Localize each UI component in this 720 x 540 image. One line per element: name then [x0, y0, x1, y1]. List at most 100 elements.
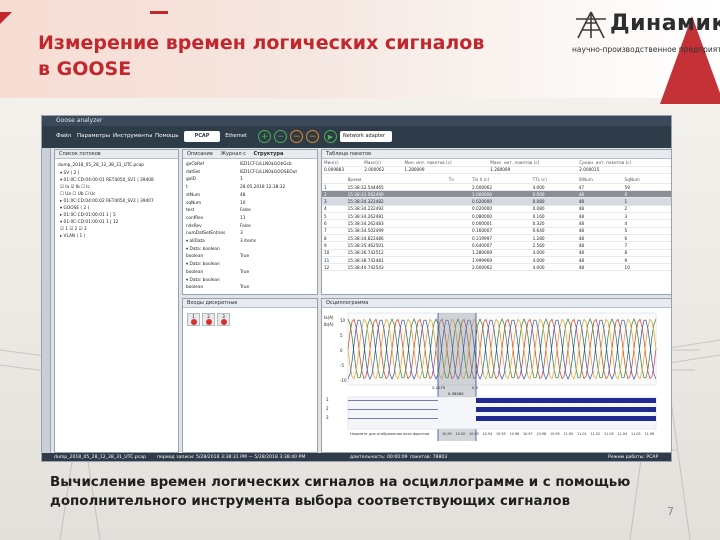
- table-header[interactable]: [322, 176, 346, 184]
- table-header[interactable]: Tn: [446, 176, 471, 184]
- x-tick-label: 10.92: [456, 432, 466, 436]
- table-row[interactable]: 3 15:38:34.322482 0.020000 0.080 48 1: [322, 197, 671, 206]
- description-row[interactable]: stNum 48: [186, 193, 245, 199]
- pcap-button[interactable]: PCAP: [184, 131, 220, 142]
- table-row[interactable]: 6 15:38:34.262483 0.000001 0.320 48 4: [322, 219, 671, 228]
- plus-icon[interactable]: +: [258, 130, 271, 143]
- oscillogram-plot[interactable]: Ia(А) Ib(А) 10 5 0 -5 -10 0.1075 0.0 0.3…: [322, 309, 671, 453]
- table-row[interactable]: 5 15:38:34.262481 0.080000 0.160 48 3: [322, 212, 671, 221]
- oscillogram-title: Осциллограмма: [322, 299, 671, 308]
- discrete-indicator: 2: [202, 313, 215, 326]
- description-row[interactable]: test False: [186, 208, 251, 214]
- x-tick-label: 10.99: [550, 432, 560, 436]
- table-row[interactable]: 12 15:38:40.742543 2.000062 4.000 48 10: [322, 263, 671, 272]
- menu-help[interactable]: Помощь: [155, 133, 178, 139]
- menu-file[interactable]: Файл: [56, 133, 71, 139]
- summary-value: 1.280009: [488, 166, 578, 175]
- description-row[interactable]: ndsRev False: [186, 224, 251, 230]
- table-row[interactable]: 1 15:38:32.544465 2.000062 4.000 47 59: [322, 183, 671, 192]
- table-cell: 47: [576, 183, 623, 192]
- description-row[interactable]: goCbRef IED1CFG/LLN0$GO$Gcb: [186, 162, 292, 168]
- table-row[interactable]: 8 15:38:34.822486 0.319997 1.280 48 6: [322, 234, 671, 243]
- table-cell: [446, 219, 471, 228]
- table-header[interactable]: Tin ñ (c): [470, 176, 531, 184]
- table-row[interactable]: 9 15:38:35.462501 0.640007 2.560 48 7: [322, 241, 671, 250]
- ethernet-button[interactable]: Ethernet: [223, 131, 249, 142]
- x-tick-label: 10.95: [496, 432, 506, 436]
- stop-icon[interactable]: −: [290, 130, 303, 143]
- table-cell: 0.080: [530, 197, 577, 206]
- description-row[interactable]: numDatSetEntries 3: [186, 231, 243, 237]
- x-tick-label: 11.01: [577, 432, 587, 436]
- tab-journal[interactable]: Журнал с: [220, 151, 245, 157]
- table-header[interactable]: SqNum: [622, 176, 671, 184]
- stream-row[interactable]: ▾ SV ( 2 ): [60, 171, 79, 177]
- table-row[interactable]: 7 15:38:34.502499 0.160007 0.640 48 5: [322, 227, 671, 235]
- minus-icon[interactable]: −: [274, 130, 287, 143]
- stream-row[interactable]: ☑ 1 ☑ 2 ☑ 3: [60, 227, 87, 233]
- status-file: dump_2018_05_28_12_38_31_UTC.pcap: [54, 455, 146, 460]
- play-icon[interactable]: ▶: [324, 130, 337, 143]
- table-cell: 15:38:34.262483: [345, 219, 447, 228]
- tower-logo-icon: [576, 11, 606, 39]
- description-row[interactable]: ▾ Data: boolean: [186, 247, 240, 253]
- description-panel: Описание Журнал с Структура goCbRef IED1C…: [182, 149, 318, 295]
- table-header[interactable]: TTL (c): [530, 176, 577, 184]
- stream-row[interactable]: ▸ VLAN ( 1 ): [60, 234, 85, 240]
- description-row[interactable]: ▾ Data: boolean: [186, 278, 240, 284]
- summary-value: 1.280009: [402, 166, 489, 175]
- clear-icon[interactable]: −: [306, 130, 319, 143]
- table-cell: 10: [622, 263, 671, 272]
- status-packets: пакетов: 78803: [410, 455, 448, 460]
- table-cell: 5: [622, 227, 671, 235]
- digital-signal-2: [476, 407, 656, 412]
- description-row[interactable]: ▾ Data: boolean: [186, 262, 240, 268]
- table-cell: 15:38:38.742481: [345, 256, 447, 265]
- menu-params[interactable]: Параметры: [77, 133, 110, 139]
- table-cell: 12: [322, 263, 346, 272]
- stream-row[interactable]: ▸ 01:0C:CD:04:00:02 RET4050_SV2 | 39407: [60, 199, 154, 205]
- description-row[interactable]: boolean True: [186, 254, 249, 260]
- description-row[interactable]: confRev 11: [186, 216, 245, 222]
- table-row[interactable]: 11 15:38:38.742481 1.999969 4.000 48 9: [322, 256, 671, 265]
- tab-structure[interactable]: Структура: [253, 151, 283, 157]
- description-row[interactable]: boolean True: [186, 270, 249, 276]
- stream-row[interactable]: ☑ Ia ☑ Ib ☐ Ic: [60, 185, 90, 191]
- menu-tools[interactable]: Инструменты: [113, 133, 152, 139]
- table-cell: [446, 212, 471, 221]
- summary-header: Макс(с): [362, 159, 403, 167]
- table-header[interactable]: Время: [345, 176, 447, 184]
- table-cell: [446, 183, 471, 192]
- stream-row[interactable]: ▾ 01:0C:CD:04:00:01 RET4050_SV1 | 39408: [60, 178, 154, 184]
- description-row[interactable]: sqNum 10: [186, 201, 245, 207]
- description-row[interactable]: t 28.05.2018 12:38:32: [186, 185, 285, 191]
- table-row[interactable]: 2 15:38:33.562490 1.000000 0.000 48 0: [322, 190, 671, 199]
- tab-description[interactable]: Описание: [187, 151, 213, 157]
- table-cell: [446, 227, 471, 235]
- description-row[interactable]: boolean True: [186, 285, 249, 291]
- table-header[interactable]: StNum: [576, 176, 623, 184]
- description-row[interactable]: datSet IED1CFG/LLN0$GOOSEOut: [186, 170, 297, 176]
- stream-file-name[interactable]: dump_2018_05_28_12_38_31_UTC.pcap: [58, 163, 144, 169]
- table-cell: 3: [322, 197, 346, 206]
- table-cell: 7: [322, 227, 346, 235]
- table-cell: 1: [322, 183, 346, 192]
- stream-row[interactable]: ☐ Ua ☐ Ub ☐ Uc: [60, 192, 96, 198]
- adapter-select[interactable]: Network adapter: [340, 131, 392, 142]
- stream-row[interactable]: ▾ GOOSE ( 2 ): [60, 206, 89, 212]
- table-cell: 1.999969: [470, 256, 531, 265]
- description-row[interactable]: ▾ allData 3 items: [186, 239, 256, 245]
- table-cell: 0.640: [530, 227, 577, 235]
- stream-row[interactable]: ▸ 01:0C:CD:01:00:01 1 | 5: [60, 213, 116, 219]
- stream-row[interactable]: ▾ 01:0C:CD:01:00:01 1 | 12: [60, 220, 118, 226]
- table-cell: 8: [322, 234, 346, 243]
- side-tool-strip[interactable]: [42, 148, 51, 453]
- logo-tagline: научно-производственное предприятие: [572, 45, 720, 54]
- analog-label: Ia(А): [324, 315, 334, 320]
- oscillogram-panel: Осциллограмма Ia(А) Ib(А) 10 5 0 -5 -10 …: [321, 298, 671, 453]
- table-row[interactable]: 10 15:38:36.742512 1.280009 4.000 48 8: [322, 249, 671, 257]
- table-row[interactable]: 4 15:38:34.222492 0.020000 0.080 48 2: [322, 205, 671, 214]
- x-tick-label: 10.94: [483, 432, 493, 436]
- description-row[interactable]: goID 1: [186, 177, 243, 183]
- x-tick-label: 10.98: [537, 432, 547, 436]
